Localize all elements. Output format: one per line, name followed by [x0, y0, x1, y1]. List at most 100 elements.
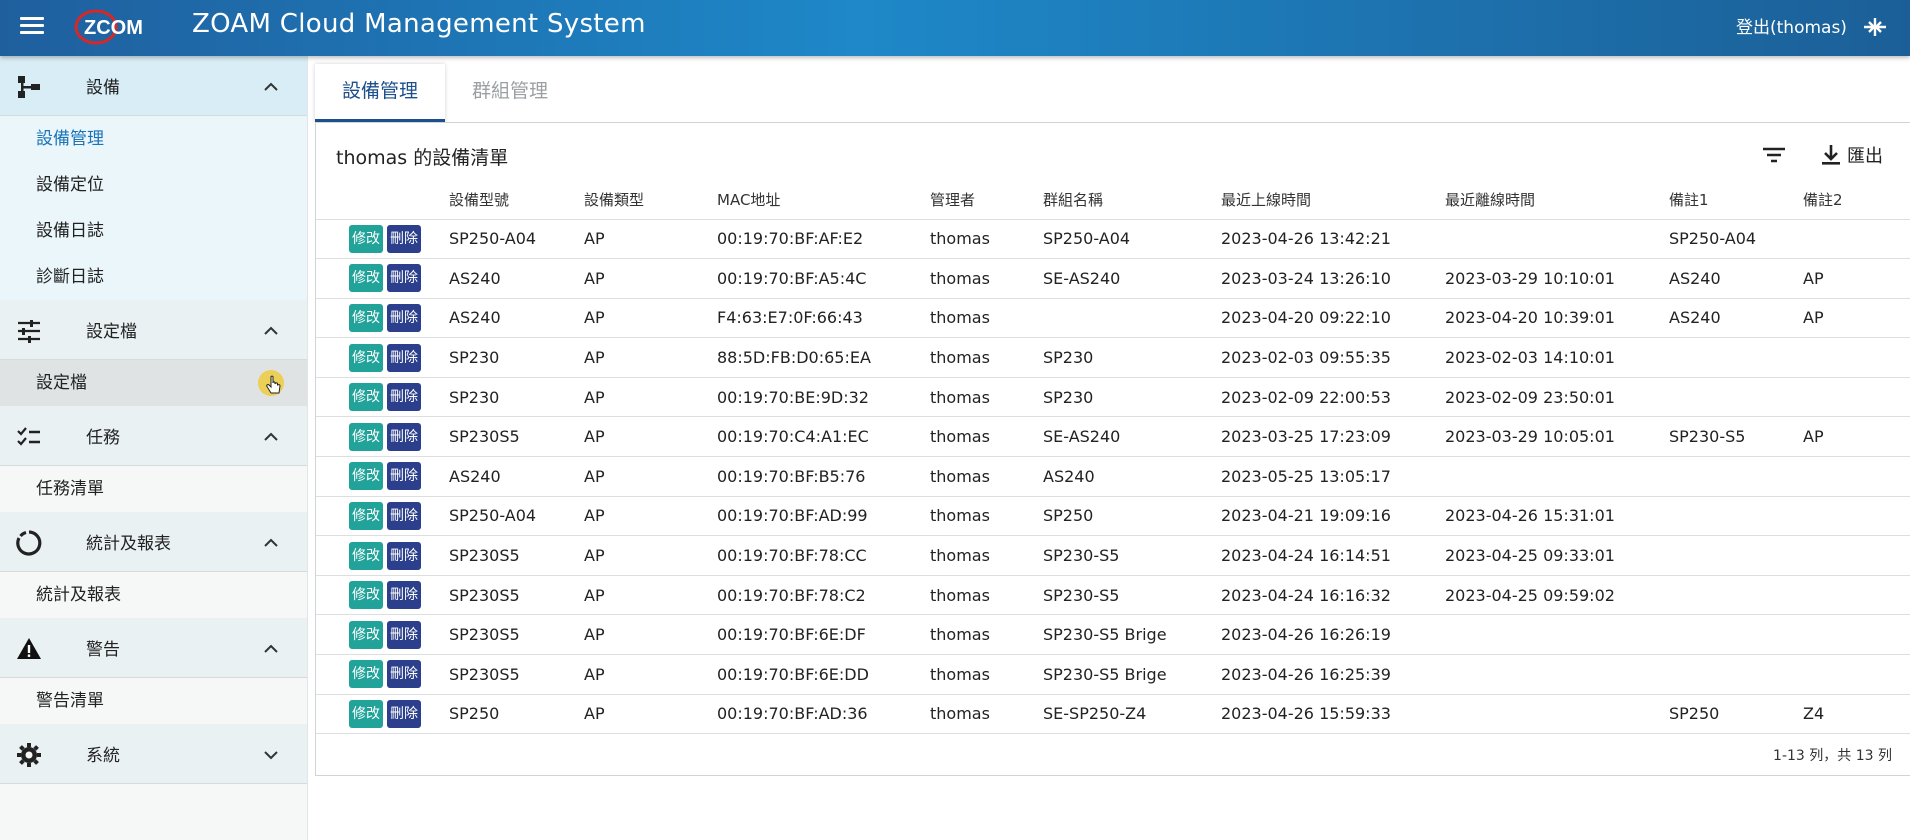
edit-button[interactable]: 修改 [349, 501, 383, 530]
table-cell: 00:19:70:BF:78:CC [717, 535, 930, 576]
sidebar-header-devices[interactable]: 設備 [0, 56, 307, 116]
table-cell: thomas [930, 219, 1043, 260]
sidebar-header-tasks[interactable]: 任務 [0, 406, 307, 466]
table-cell [1445, 219, 1669, 260]
sidebar-header-alerts[interactable]: 警告 [0, 618, 307, 678]
edit-button[interactable]: 修改 [349, 620, 383, 649]
row-actions: 修改 刪除 [316, 337, 449, 378]
table-cell: thomas [930, 535, 1043, 576]
table-cell: SP250-A04 [1669, 219, 1803, 260]
column-header[interactable]: 設備型號 [449, 181, 584, 220]
chevron-up-icon [264, 644, 278, 653]
table-cell: 00:19:70:C4:A1:EC [717, 416, 930, 458]
delete-button[interactable]: 刪除 [387, 462, 421, 491]
table-cell: thomas [930, 416, 1043, 458]
sidebar-item-device-log[interactable]: 設備日誌 [0, 208, 307, 254]
table-cell: SP250-A04 [449, 219, 584, 260]
edit-button[interactable]: 修改 [349, 422, 383, 451]
sidebar-item-task-list[interactable]: 任務清單 [0, 466, 307, 512]
export-button[interactable]: 匯出 [1819, 141, 1883, 169]
table-cell: SP230-S5 [1043, 575, 1221, 616]
sidebar-list-reports: 統計及報表 [0, 572, 307, 618]
table-cell: SP230S5 [449, 654, 584, 695]
table-cell: SP230-S5 Brige [1043, 614, 1221, 656]
sidebar-header-reports[interactable]: 統計及報表 [0, 512, 307, 572]
edit-button[interactable]: 修改 [349, 699, 383, 728]
sidebar-item-device-management[interactable]: 設備管理 [0, 116, 307, 162]
column-header[interactable]: 管理者 [930, 181, 1043, 220]
table-cell: SE-AS240 [1043, 416, 1221, 458]
edit-button[interactable]: 修改 [349, 660, 383, 689]
sidebar-header-system[interactable]: 系統 [0, 724, 307, 784]
delete-button[interactable]: 刪除 [387, 383, 421, 412]
delete-button[interactable]: 刪除 [387, 699, 421, 728]
table-cell: AS240 [1669, 298, 1803, 339]
edit-button[interactable]: 修改 [349, 224, 383, 253]
sidebar-item-device-location[interactable]: 設備定位 [0, 162, 307, 208]
sidebar-header-profiles[interactable]: 設定檔 [0, 300, 307, 360]
sidebar-item-reports[interactable]: 統計及報表 [0, 572, 307, 618]
edit-button[interactable]: 修改 [349, 581, 383, 610]
column-header[interactable]: 群組名稱 [1043, 181, 1221, 220]
delete-button[interactable]: 刪除 [387, 660, 421, 689]
row-actions: 修改 刪除 [316, 575, 449, 616]
column-header[interactable]: 備註1 [1669, 181, 1803, 220]
sidebar-item-alert-list[interactable]: 警告清單 [0, 678, 307, 724]
edit-button[interactable]: 修改 [349, 343, 383, 372]
row-actions: 修改 刪除 [316, 614, 449, 656]
device-tree-icon [18, 76, 40, 98]
app-title: ZOAM Cloud Management System [192, 9, 646, 39]
row-actions: 修改 刪除 [316, 456, 449, 497]
edit-button[interactable]: 修改 [349, 383, 383, 412]
delete-button[interactable]: 刪除 [387, 422, 421, 451]
column-header[interactable]: MAC地址 [717, 181, 930, 220]
logout-button[interactable]: 登出(thomas) [1736, 13, 1847, 38]
column-header[interactable]: 最近上線時間 [1221, 181, 1445, 220]
table-cell [1803, 456, 1910, 497]
table-cell: AS240 [449, 456, 584, 497]
sidebar-header-label: 設定檔 [86, 322, 137, 342]
table-cell [1803, 614, 1910, 656]
table-cell: AP [584, 219, 717, 260]
chevron-up-icon [264, 538, 278, 547]
delete-button[interactable]: 刪除 [387, 501, 421, 530]
row-actions: 修改 刪除 [316, 496, 449, 537]
edit-button[interactable]: 修改 [349, 303, 383, 332]
sidebar-header-label: 系統 [86, 746, 120, 766]
edit-button[interactable]: 修改 [349, 264, 383, 293]
filter-icon[interactable] [1760, 141, 1788, 169]
column-header[interactable]: 最近離線時間 [1445, 181, 1669, 220]
table-cell: 2023-04-20 10:39:01 [1445, 298, 1669, 339]
table-cell: 2023-03-29 10:05:01 [1445, 416, 1669, 458]
delete-button[interactable]: 刪除 [387, 303, 421, 332]
table-cell: SP230 [1043, 337, 1221, 378]
table-cell: 00:19:70:BE:9D:32 [717, 377, 930, 418]
edit-button[interactable]: 修改 [349, 462, 383, 491]
delete-button[interactable]: 刪除 [387, 541, 421, 570]
tab-group-management[interactable]: 群組管理 [445, 64, 575, 122]
table-cell: 2023-05-25 13:05:17 [1221, 456, 1445, 497]
table-cell: 2023-04-24 16:14:51 [1221, 535, 1445, 576]
delete-button[interactable]: 刪除 [387, 620, 421, 649]
column-header[interactable]: 備註2 [1803, 181, 1910, 220]
device-list-panel: thomas 的設備清單 匯出 設備型號 設備類型 MAC地址 管理者 群組名稱 最近上線… [315, 122, 1910, 776]
table-cell: 00:19:70:BF:78:C2 [717, 575, 930, 616]
column-header[interactable]: 設備類型 [584, 181, 717, 220]
delete-button[interactable]: 刪除 [387, 264, 421, 293]
sidebar-item-diagnostic-log[interactable]: 診斷日誌 [0, 254, 307, 300]
sidebar-section-alerts: 警告 警告清單 [0, 618, 307, 724]
table-cell [1445, 456, 1669, 497]
table-cell: AS240 [1669, 258, 1803, 299]
delete-button[interactable]: 刪除 [387, 581, 421, 610]
hamburger-menu-icon[interactable] [18, 14, 46, 42]
sidebar-item-profiles[interactable]: 設定檔 [0, 360, 307, 406]
device-table: 設備型號 設備類型 MAC地址 管理者 群組名稱 最近上線時間 最近離線時間 備註1 備註2 修… [316, 181, 1910, 735]
table-cell: 2023-03-29 10:10:01 [1445, 258, 1669, 299]
tab-device-management[interactable]: 設備管理 [315, 64, 445, 122]
delete-button[interactable]: 刪除 [387, 224, 421, 253]
collapse-arrows-icon[interactable] [1860, 12, 1890, 42]
table-cell: AP [1803, 298, 1910, 339]
edit-button[interactable]: 修改 [349, 541, 383, 570]
delete-button[interactable]: 刪除 [387, 343, 421, 372]
table-cell: thomas [930, 496, 1043, 537]
